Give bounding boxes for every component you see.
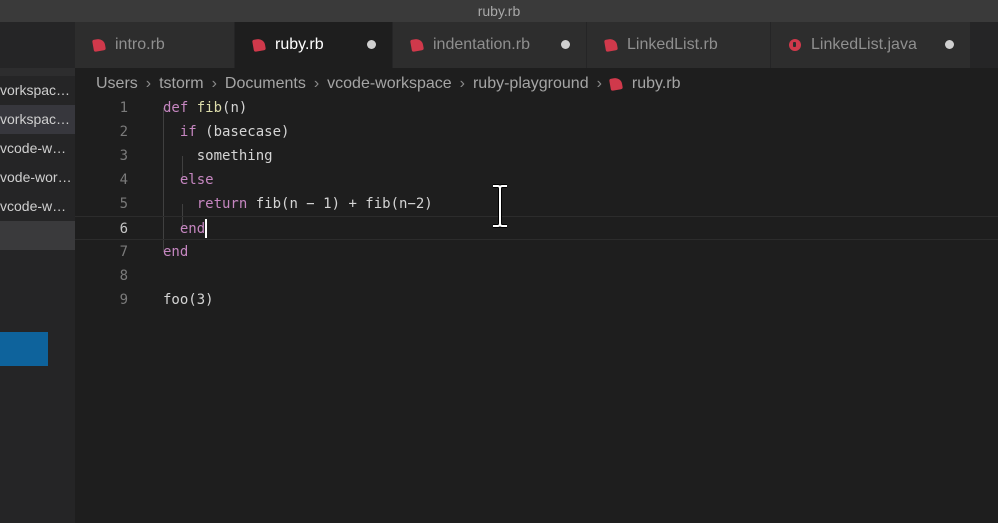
line-number: 5 xyxy=(119,196,128,212)
ruby-file-icon xyxy=(410,38,424,52)
code-text[interactable]: foo(3) xyxy=(163,288,214,312)
keyword-token: def xyxy=(163,100,189,116)
tab-linkedlist-java[interactable]: LinkedList.java xyxy=(771,22,971,68)
window-title: ruby.rb xyxy=(477,3,521,19)
tab-ruby-rb[interactable]: ruby.rb xyxy=(235,22,393,68)
chevron-right-icon: › xyxy=(459,75,465,92)
breadcrumb-item[interactable]: ruby.rb xyxy=(632,75,681,93)
tab-label: indentation.rb xyxy=(433,36,530,53)
tab-label: LinkedList.rb xyxy=(627,36,718,53)
sidebar-primary-button[interactable] xyxy=(0,332,48,366)
breadcrumb-item[interactable]: Users xyxy=(96,75,138,93)
explorer-sidebar: vorkspac… vorkspac… vcode-w… vode-wor… v… xyxy=(0,22,75,523)
keyword-token: else xyxy=(179,172,214,188)
breadcrumb-item[interactable]: ruby-playground xyxy=(473,75,589,93)
ruby-file-icon xyxy=(608,77,623,91)
line-number: 1 xyxy=(119,100,128,116)
text-cursor-ibeam-icon xyxy=(493,184,507,228)
editor-tabs: intro.rb ruby.rb indentation.rb LinkedLi… xyxy=(75,22,998,68)
sidebar-item[interactable]: vode-wor… xyxy=(0,163,75,192)
unsaved-dot-icon[interactable] xyxy=(945,40,954,49)
line-number: 3 xyxy=(119,148,128,164)
code-text[interactable]: if (basecase) xyxy=(163,120,290,144)
line-number: 2 xyxy=(119,124,128,140)
tab-linkedlist-rb[interactable]: LinkedList.rb xyxy=(587,22,771,68)
code-text[interactable]: return fib(n − 1) + fib(n−2) xyxy=(163,192,433,216)
chevron-right-icon: › xyxy=(596,75,602,92)
keyword-token: return xyxy=(196,196,248,212)
sidebar-item[interactable]: vorkspac… xyxy=(0,76,75,105)
ruby-file-icon xyxy=(604,38,618,52)
chevron-right-icon: › xyxy=(211,75,217,92)
ruby-file-icon xyxy=(252,38,266,52)
code-text[interactable]: def fib(n) xyxy=(163,96,247,120)
sidebar-item-selected[interactable]: vorkspac… xyxy=(0,105,75,134)
tab-label: LinkedList.java xyxy=(811,36,917,53)
tab-intro-rb[interactable]: intro.rb xyxy=(75,22,235,68)
line-number: 6 xyxy=(119,221,128,237)
keyword-token: end xyxy=(179,221,206,237)
code-text[interactable]: something xyxy=(163,144,273,168)
code-text[interactable]: end xyxy=(163,240,188,264)
sidebar-section-band[interactable] xyxy=(0,221,75,250)
tab-indentation-rb[interactable]: indentation.rb xyxy=(393,22,587,68)
code-line[interactable]: 9 foo(3) xyxy=(75,288,998,312)
sidebar-top xyxy=(0,22,75,68)
keyword-token: end xyxy=(163,244,189,260)
chevron-right-icon: › xyxy=(145,75,152,92)
breadcrumb-item[interactable]: Documents xyxy=(225,75,306,93)
sidebar-item[interactable]: vcode-w… xyxy=(0,134,75,163)
unsaved-dot-icon[interactable] xyxy=(561,40,570,49)
unsaved-dot-icon[interactable] xyxy=(367,40,376,49)
tab-label: intro.rb xyxy=(115,36,165,53)
breadcrumb-item[interactable]: vcode-workspace xyxy=(327,75,452,93)
code-editor[interactable]: 1 def fib(n) 2 if (basecase) 3 something 4 e… xyxy=(75,96,998,523)
code-token: fib(n − 1) + fib(n−2) xyxy=(247,196,433,212)
code-token: (n) xyxy=(222,100,248,116)
function-token: fib xyxy=(196,100,223,116)
code-line[interactable]: 7 end xyxy=(75,240,998,264)
code-text[interactable]: else xyxy=(163,168,214,192)
breadcrumb-item[interactable]: tstorm xyxy=(159,75,203,93)
text-caret xyxy=(205,219,208,238)
code-line[interactable]: 6 end xyxy=(75,216,998,240)
java-file-icon xyxy=(789,39,801,51)
tab-label: ruby.rb xyxy=(275,36,324,53)
ruby-file-icon xyxy=(92,38,106,52)
code-line[interactable]: 1 def fib(n) xyxy=(75,96,998,120)
code-line[interactable]: 3 something xyxy=(75,144,998,168)
code-token: foo(3) xyxy=(163,292,214,308)
code-text[interactable]: end xyxy=(163,217,205,241)
line-number: 4 xyxy=(119,172,128,188)
breadcrumb: Users › tstorm › Documents › vcode-works… xyxy=(96,72,681,96)
window-titlebar: ruby.rb xyxy=(0,0,998,23)
code-line[interactable]: 5 return fib(n − 1) + fib(n−2) xyxy=(75,192,998,216)
line-number: 8 xyxy=(119,268,128,284)
code-token: something xyxy=(163,148,273,164)
code-token: (basecase) xyxy=(196,124,290,140)
code-line[interactable]: 8 xyxy=(75,264,998,288)
chevron-right-icon: › xyxy=(313,75,320,92)
line-number: 9 xyxy=(119,292,128,308)
code-line[interactable]: 4 else xyxy=(75,168,998,192)
code-line[interactable]: 2 if (basecase) xyxy=(75,120,998,144)
keyword-token: if xyxy=(179,124,197,140)
line-number: 7 xyxy=(119,244,128,260)
sidebar-item[interactable]: vcode-w… xyxy=(0,192,75,221)
sidebar-header xyxy=(0,68,75,76)
